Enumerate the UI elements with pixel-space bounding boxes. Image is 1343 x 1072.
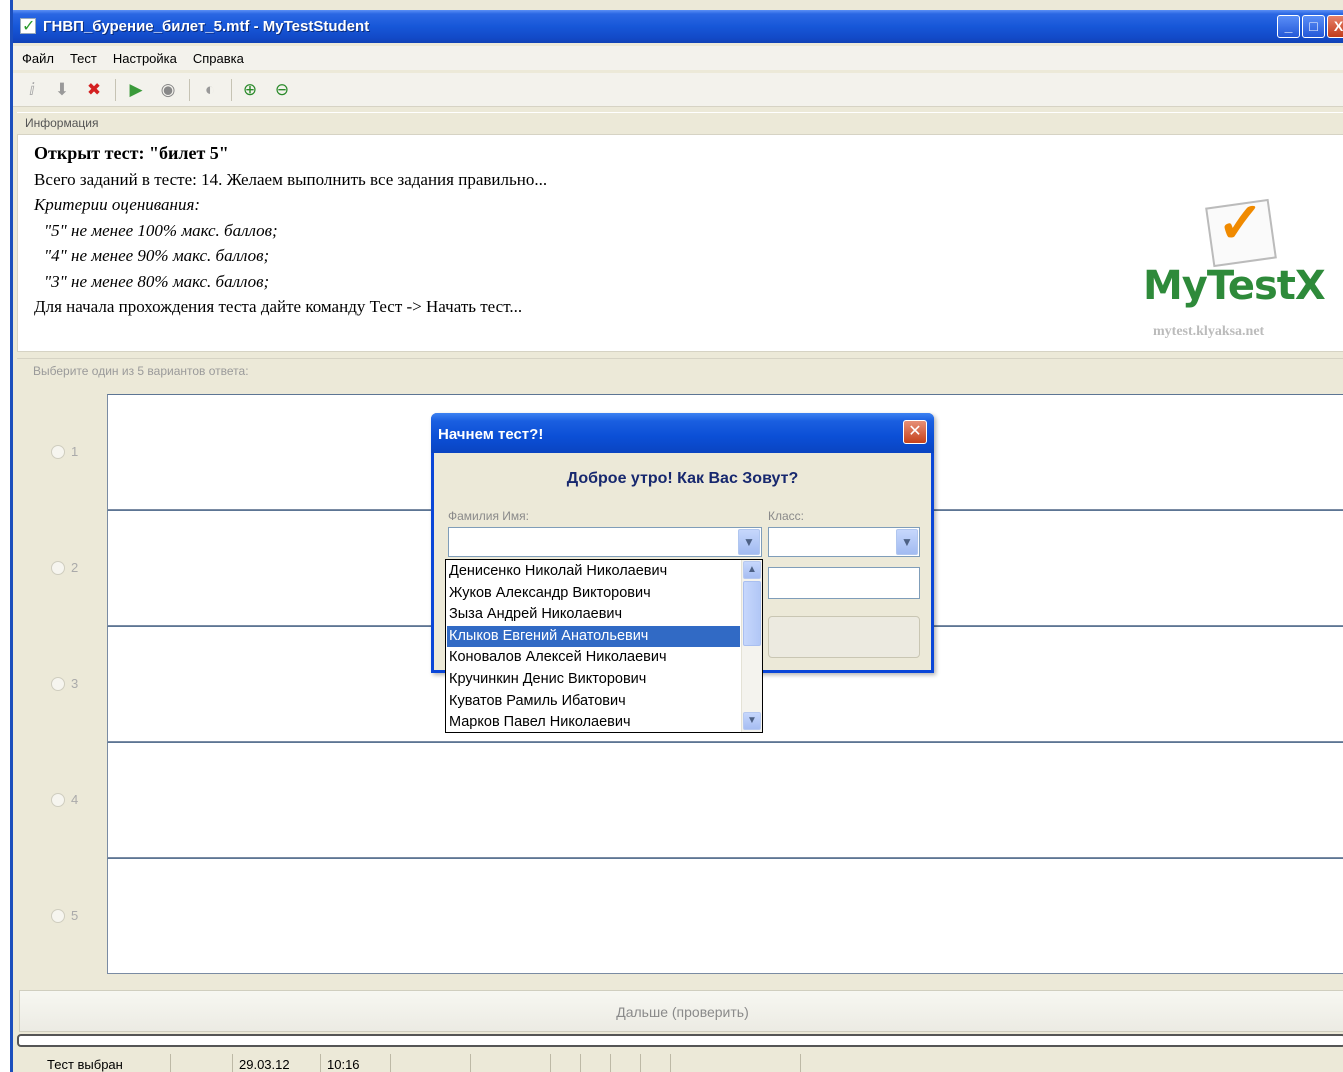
status-empty bbox=[581, 1054, 611, 1072]
status-empty bbox=[551, 1054, 581, 1072]
class-combobox[interactable]: ▼ bbox=[768, 527, 920, 557]
progress-bar bbox=[17, 1034, 1343, 1047]
name-label: Фамилия Имя: bbox=[448, 509, 529, 523]
answer-label: 1 bbox=[71, 444, 79, 459]
pause-icon[interactable]: ◐ bbox=[199, 79, 221, 101]
answer-radio-3[interactable] bbox=[51, 677, 65, 691]
list-item[interactable]: Куватов Рамиль Ибатович bbox=[447, 691, 740, 713]
name-combobox[interactable]: ▼ bbox=[448, 527, 762, 557]
answer-radio-1[interactable] bbox=[51, 445, 65, 459]
menu-test[interactable]: Тест bbox=[61, 46, 104, 66]
info-icon[interactable]: ⅈ bbox=[21, 79, 43, 101]
stop-icon[interactable]: ◉ bbox=[157, 79, 179, 101]
answer-label: 5 bbox=[71, 908, 79, 923]
chevron-down-icon[interactable]: ▼ bbox=[738, 529, 760, 555]
list-item[interactable]: Денисенко Николай Николаевич bbox=[447, 561, 740, 583]
status-bar: Тест выбран 29.03.12 10:16 bbox=[13, 1052, 1343, 1072]
test-opened-line: Открыт тест: "билет 5" bbox=[34, 143, 229, 163]
criteria-5: "5" не менее 100% макс. баллов; bbox=[44, 220, 278, 240]
start-button[interactable] bbox=[768, 616, 920, 658]
dropdown-scrollbar[interactable]: ▲ ▼ bbox=[741, 560, 762, 732]
criteria-3: "3" не менее 80% макс. баллов; bbox=[44, 271, 270, 291]
answer-label: 4 bbox=[71, 792, 79, 807]
answer-box-4[interactable] bbox=[107, 742, 1343, 858]
logo-brand: MyTestX bbox=[1143, 263, 1326, 309]
toolbar-separator bbox=[115, 79, 116, 101]
criteria-heading: Критерии оценивания: bbox=[34, 195, 201, 214]
answer-label: 2 bbox=[71, 560, 79, 575]
zoom-in-icon[interactable]: ⊕ bbox=[239, 79, 261, 101]
status-empty bbox=[641, 1054, 671, 1072]
toolbar-separator bbox=[189, 79, 190, 101]
list-item[interactable]: Зыза Андрей Николаевич bbox=[447, 604, 740, 626]
toolbar-separator bbox=[231, 79, 232, 101]
next-check-button[interactable]: Дальше (проверить) bbox=[19, 990, 1343, 1032]
answer-label: 3 bbox=[71, 676, 79, 691]
status-empty bbox=[471, 1054, 551, 1072]
status-empty bbox=[171, 1054, 233, 1072]
status-state: Тест выбран bbox=[41, 1054, 171, 1072]
answer-radio-2[interactable] bbox=[51, 561, 65, 575]
menu-help[interactable]: Справка bbox=[184, 46, 251, 66]
list-item[interactable]: Кручинкин Денис Викторович bbox=[447, 669, 740, 691]
list-item[interactable]: Марков Павел Николаевич bbox=[447, 712, 740, 734]
list-item[interactable]: Жуков Александр Викторович bbox=[447, 583, 740, 605]
menu-bar: Файл Тест Настройка Справка bbox=[13, 46, 1343, 70]
answers-header: Выберите один из 5 вариантов ответа: bbox=[17, 358, 1343, 382]
status-time: 10:16 bbox=[321, 1054, 391, 1072]
dialog-greeting: Доброе утро! Как Вас Зовут? bbox=[566, 470, 799, 487]
mytestx-logo: ✓ MyTestX mytest.klyaksa.net bbox=[1141, 191, 1341, 356]
maximize-button[interactable]: □ bbox=[1302, 15, 1325, 38]
download-arrow-icon[interactable]: ⬇ bbox=[51, 79, 73, 101]
minimize-button[interactable]: _ bbox=[1277, 15, 1300, 38]
title-bar[interactable]: ГНВП_бурение_билет_5.mtf - MyTestStudent… bbox=[13, 10, 1343, 43]
class-label: Класс: bbox=[768, 509, 804, 523]
criteria-4: "4" не менее 90% макс. баллов; bbox=[44, 246, 270, 265]
answer-radio-4[interactable] bbox=[51, 793, 65, 807]
app-check-icon bbox=[20, 16, 36, 36]
info-section-header: Информация bbox=[17, 112, 1343, 134]
status-empty bbox=[391, 1054, 471, 1072]
answer-row: 4 bbox=[17, 732, 1343, 858]
list-item[interactable]: Коновалов Алексей Николаевич bbox=[447, 647, 740, 669]
task-count-line: Всего заданий в тесте: 14. Желаем выполн… bbox=[34, 169, 548, 189]
status-empty bbox=[671, 1054, 801, 1072]
window-title: ГНВП_бурение_билет_5.mtf - MyTestStudent bbox=[43, 18, 370, 35]
scroll-down-icon[interactable]: ▼ bbox=[743, 712, 761, 730]
logo-check-icon: ✓ bbox=[1217, 193, 1264, 255]
status-empty bbox=[611, 1054, 641, 1072]
list-item-selected[interactable]: Клыков Евгений Анатольевич bbox=[447, 625, 740, 648]
scroll-up-icon[interactable]: ▲ bbox=[743, 561, 761, 579]
toolbar: ⅈ ⬇ ✖ ▶ ◉ ◐ ⊕ ⊖ bbox=[13, 73, 1343, 107]
screen-edge bbox=[0, 0, 10, 1072]
answer-row: 5 bbox=[17, 848, 1343, 974]
zoom-out-icon[interactable]: ⊖ bbox=[271, 79, 293, 101]
chevron-down-icon[interactable]: ▼ bbox=[896, 529, 918, 555]
menu-settings[interactable]: Настройка bbox=[104, 46, 184, 66]
name-dropdown-list[interactable]: Денисенко Николай Николаевич Жуков Алекс… bbox=[445, 559, 763, 733]
dialog-title[interactable]: Начнем тест?! bbox=[431, 413, 934, 453]
menu-file[interactable]: Файл bbox=[13, 46, 61, 66]
dialog-close-icon[interactable]: ✕ bbox=[903, 420, 927, 444]
start-instruction-line: Для начала прохождения теста дайте коман… bbox=[34, 297, 523, 316]
answer-radio-5[interactable] bbox=[51, 909, 65, 923]
scroll-thumb[interactable] bbox=[743, 581, 761, 646]
password-field[interactable] bbox=[768, 567, 920, 599]
status-date: 29.03.12 bbox=[233, 1054, 321, 1072]
delete-icon[interactable]: ✖ bbox=[83, 79, 105, 101]
answer-box-5[interactable] bbox=[107, 858, 1343, 974]
play-icon[interactable]: ▶ bbox=[125, 79, 147, 101]
logo-site: mytest.klyaksa.net bbox=[1153, 324, 1265, 339]
info-panel: Открыт тест: "билет 5" Всего заданий в т… bbox=[17, 134, 1343, 352]
close-button[interactable]: X bbox=[1327, 15, 1343, 38]
